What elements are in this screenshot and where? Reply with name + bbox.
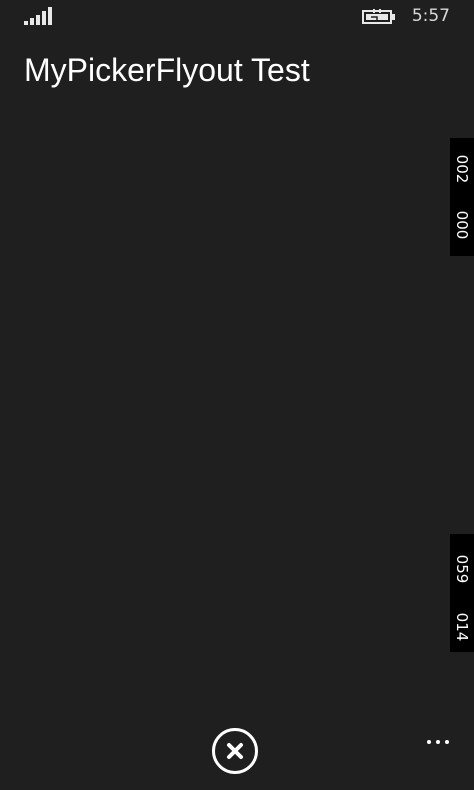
picker-top-value-b: 000 [453,210,471,240]
picker-tab-top[interactable]: 002 000 [450,138,474,256]
close-button[interactable] [212,728,258,774]
picker-tab-bottom[interactable]: 059 014 [450,534,474,652]
signal-strength-icon [24,7,54,25]
close-circle-icon [227,743,243,759]
picker-bottom-value-a: 059 [453,554,471,584]
picker-top-value-a: 002 [453,154,471,184]
ellipsis-icon [427,740,431,744]
page-title: MyPickerFlyout Test [24,52,310,88]
ellipsis-dot [436,740,440,744]
status-clock: 5:57 [411,6,450,26]
picker-bottom-value-b: 014 [453,612,471,642]
status-bar: 5:57 [0,0,474,34]
ellipsis-dot [445,740,449,744]
more-options-button[interactable] [420,740,456,764]
battery-charging-icon [362,9,395,24]
app-bar [0,718,474,790]
